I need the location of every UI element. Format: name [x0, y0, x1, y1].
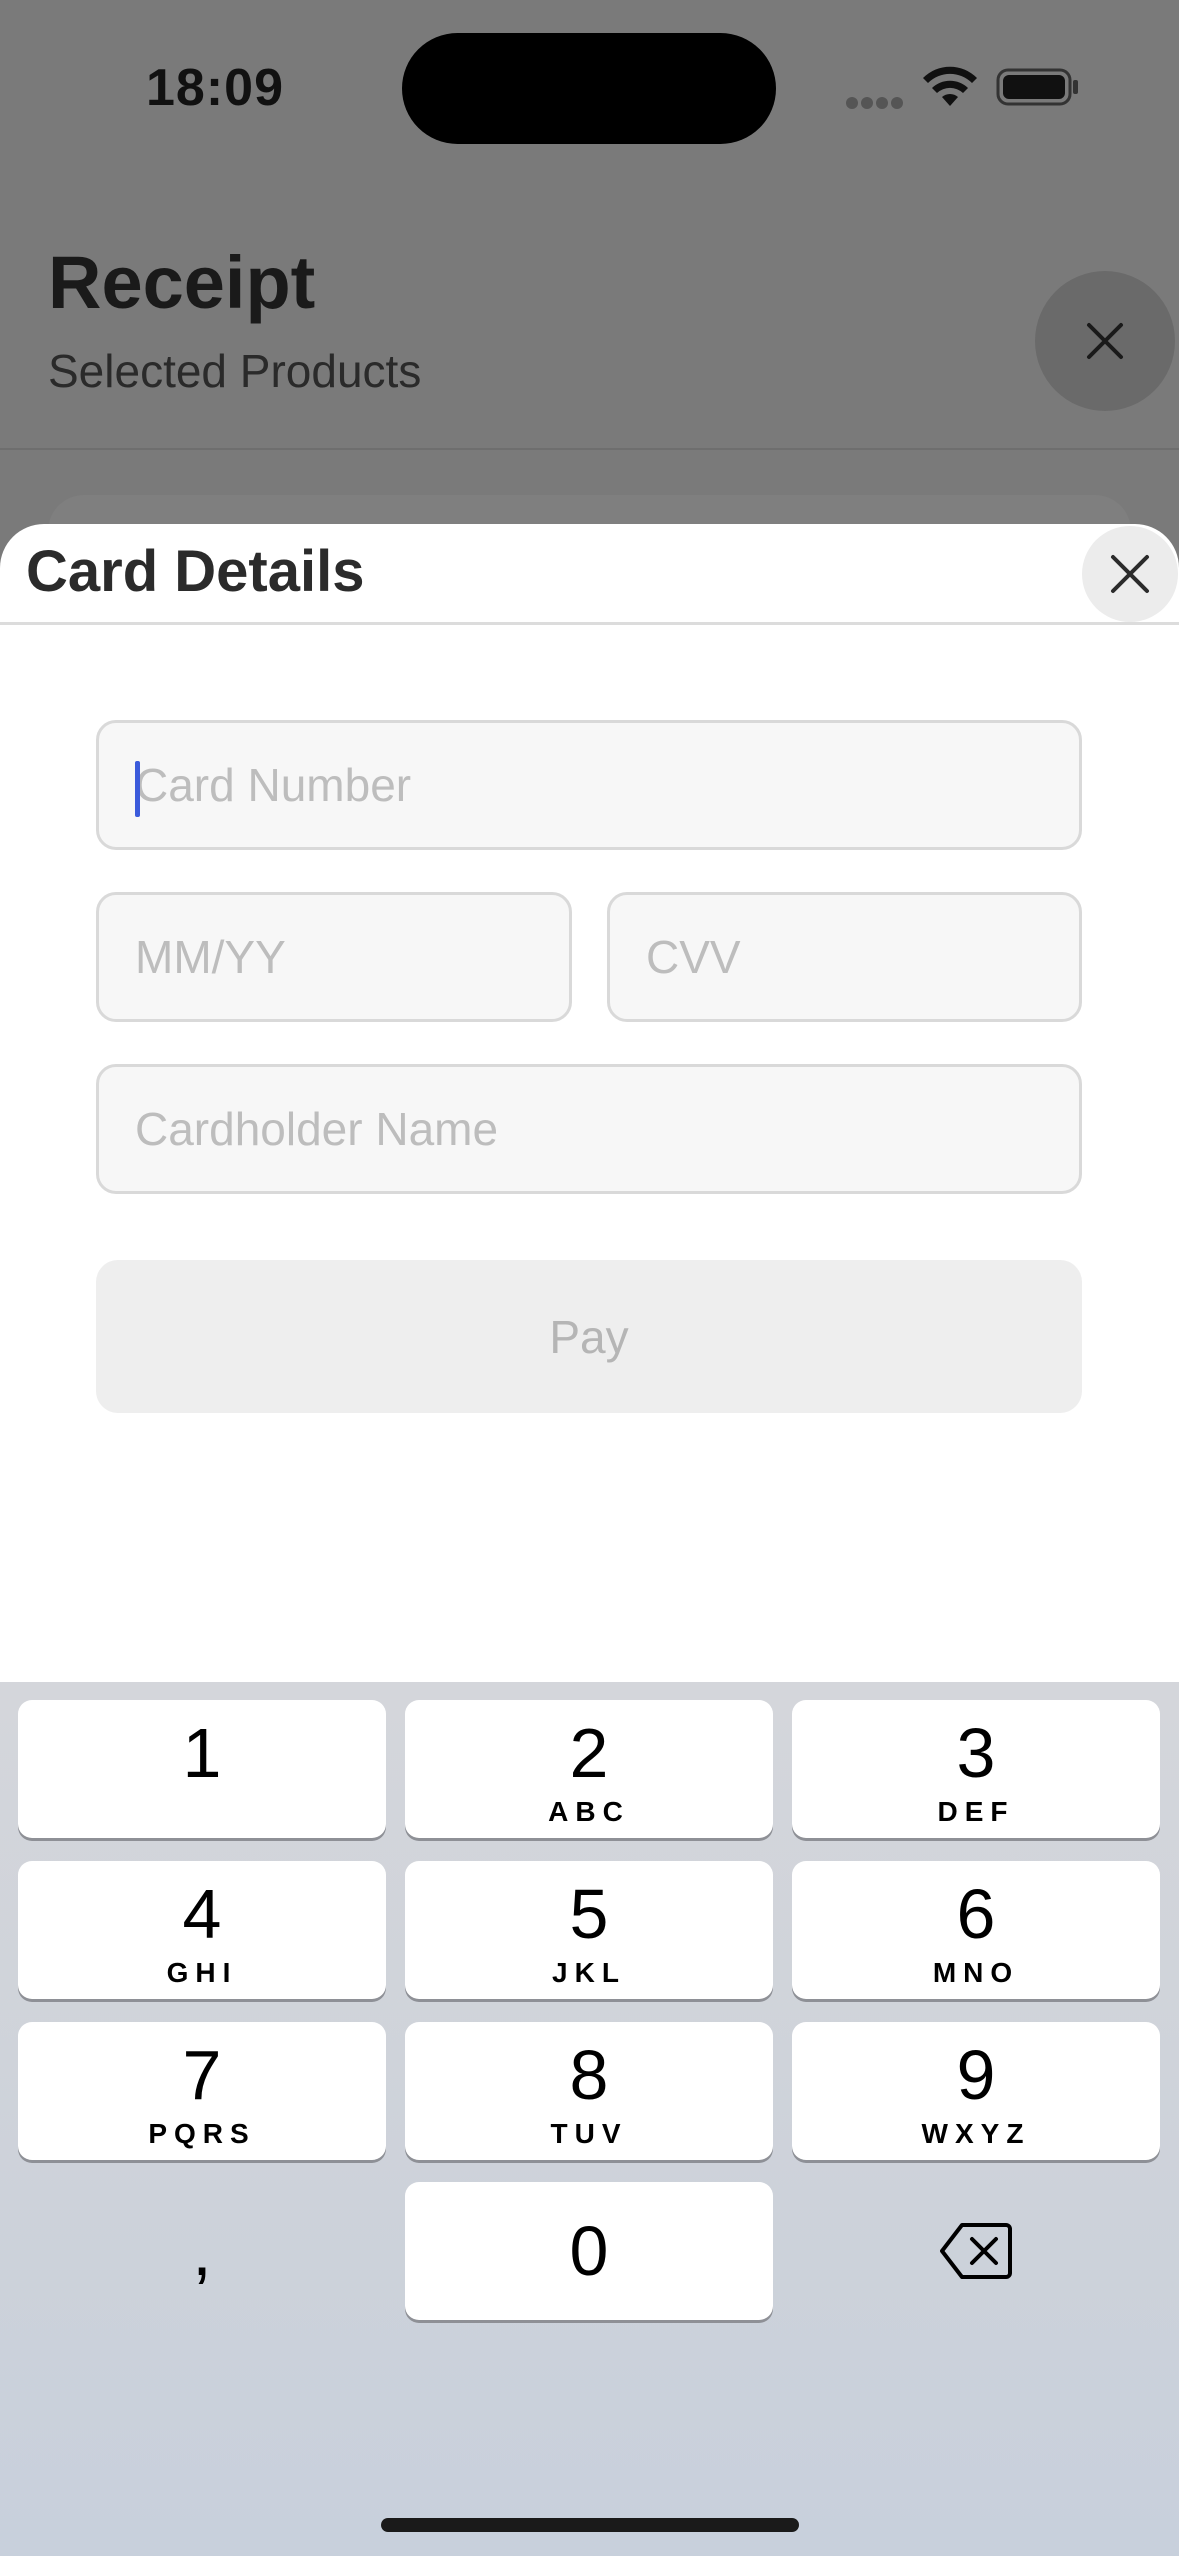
key-7[interactable]: 7 PQRS	[18, 2022, 386, 2160]
sheet-title: Card Details	[26, 539, 365, 604]
key-6[interactable]: 6 MNO	[792, 1861, 1160, 1999]
receipt-subtitle: Selected Products	[48, 345, 422, 397]
receipt-close-button[interactable]	[1035, 271, 1175, 411]
close-icon	[1087, 323, 1123, 359]
receipt-title: Receipt	[48, 241, 316, 324]
key-0[interactable]: 0	[405, 2182, 773, 2320]
key-3[interactable]: 3 DEF	[792, 1700, 1160, 1838]
key-1[interactable]: 1	[18, 1700, 386, 1838]
key-comma[interactable]: ,	[18, 2182, 386, 2320]
cellular-signal-icon	[846, 96, 906, 110]
home-indicator	[381, 2518, 799, 2532]
key-2[interactable]: 2 ABC	[405, 1700, 773, 1838]
key-letters: DEF	[937, 1796, 1015, 1827]
expiry-field[interactable]	[96, 892, 572, 1022]
battery-icon	[996, 68, 1078, 106]
status-bar: 18:09	[0, 0, 1179, 170]
key-4[interactable]: 4 GHI	[18, 1861, 386, 1999]
key-digit: 2	[569, 1714, 609, 1792]
key-digit: 3	[956, 1714, 996, 1792]
key-digit: 5	[569, 1875, 609, 1953]
key-digit: 8	[569, 2036, 609, 2114]
wifi-icon	[923, 66, 977, 106]
key-9[interactable]: 9 WXYZ	[792, 2022, 1160, 2160]
key-letters: JKL	[552, 1957, 626, 1988]
numeric-keyboard: 1 2 ABC 3 DEF 4 GHI 5 JKL 6 MNO 7 PQRS 8…	[0, 1682, 1179, 2556]
dynamic-island	[402, 33, 776, 144]
status-time: 18:09	[146, 59, 284, 117]
card-number-field[interactable]	[96, 720, 1082, 850]
key-letters: MNO	[932, 1957, 1020, 1988]
divider	[0, 448, 1179, 450]
card-number-input[interactable]	[99, 723, 1079, 847]
key-digit: 1	[182, 1714, 222, 1792]
sheet-header: Card Details	[0, 524, 1179, 625]
cvv-input[interactable]	[610, 895, 1079, 1019]
key-delete[interactable]	[792, 2182, 1160, 2320]
key-digit: 4	[182, 1875, 222, 1953]
key-digit: 7	[182, 2036, 222, 2114]
text-caret	[135, 761, 140, 817]
key-letters: GHI	[166, 1957, 238, 1988]
key-8[interactable]: 8 TUV	[405, 2022, 773, 2160]
comma-label: ,	[192, 2212, 212, 2290]
cvv-field[interactable]	[607, 892, 1082, 1022]
key-letters: WXYZ	[921, 2118, 1031, 2149]
key-digit: 9	[956, 2036, 996, 2114]
key-5[interactable]: 5 JKL	[405, 1861, 773, 1999]
key-letters: ABC	[548, 1796, 630, 1827]
close-icon	[1111, 555, 1149, 593]
backspace-icon	[940, 2223, 1012, 2279]
expiry-input[interactable]	[99, 895, 569, 1019]
sheet-close-button[interactable]	[1082, 526, 1178, 622]
key-digit: 6	[956, 1875, 996, 1953]
cardholder-name-field[interactable]	[96, 1064, 1082, 1194]
key-letters: TUV	[550, 2118, 628, 2149]
key-letters: PQRS	[148, 2118, 256, 2149]
key-digit: 0	[569, 2212, 609, 2290]
cardholder-name-input[interactable]	[99, 1067, 1079, 1191]
pay-button[interactable]: Pay	[96, 1260, 1082, 1413]
